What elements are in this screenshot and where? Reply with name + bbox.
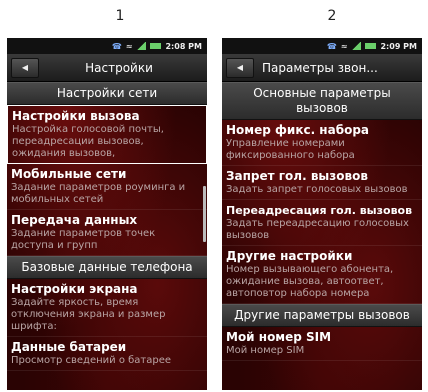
item-title: Запрет гол. вызовов <box>226 169 368 183</box>
list-item-my-sim-number[interactable]: Мой номер SIM Мой номер SIM <box>222 327 422 361</box>
item-title: Настройки экрана <box>11 282 138 296</box>
item-subtitle: Настройка голосовой почты, переадресации… <box>12 124 164 159</box>
battery-icon <box>365 43 377 49</box>
phone-screen-call-settings: ☎ ≈ 2:09 PM ◀ Параметры звон... Основные… <box>222 38 422 390</box>
back-button[interactable]: ◀ <box>226 57 254 78</box>
section-header-other-call: Другие параметры вызовов <box>222 304 422 327</box>
list-item-call-barring[interactable]: Запрет гол. вызовов Задать запрет голосо… <box>222 166 422 200</box>
phone-screen-settings: ☎ ≈ 2:08 PM ◀ Настройки Настройки сети Н… <box>7 38 207 390</box>
status-bar: ☎ ≈ 2:08 PM <box>7 38 207 54</box>
list-item-mobile-networks[interactable]: Мобильные сети Задание параметров роумин… <box>7 164 207 210</box>
wifi-icon: ≈ <box>125 42 133 51</box>
back-arrow-icon: ◀ <box>236 63 244 72</box>
item-subtitle: Задайте яркость, время отключения экрана… <box>11 297 166 332</box>
section-header-network: Настройки сети <box>7 82 207 105</box>
wifi-icon: ≈ <box>340 42 348 51</box>
item-title: Передача данных <box>11 213 138 227</box>
list-item-call-forwarding[interactable]: Переадресация гол. вызовов Задать переад… <box>222 200 422 246</box>
title-bar: ◀ Настройки <box>7 54 207 82</box>
item-subtitle: Задать переадресацию голосовых вызовов <box>226 218 409 241</box>
status-time: 2:08 PM <box>165 41 202 51</box>
item-title: Мой номер SIM <box>226 330 332 344</box>
item-title: Данные батареи <box>11 340 127 354</box>
list-item-battery-info[interactable]: Данные батареи Просмотр сведений о батар… <box>7 337 207 371</box>
list-item-data-transfer[interactable]: Передача данных Задание параметров точек… <box>7 210 207 256</box>
scrollbar[interactable] <box>203 186 206 242</box>
item-subtitle: Мой номер SIM <box>226 345 305 356</box>
item-subtitle: Управление номерами фиксированного набор… <box>226 138 355 161</box>
status-time: 2:09 PM <box>380 41 417 51</box>
section-header-phone-basics: Базовые данные телефона <box>7 256 207 279</box>
item-subtitle: Задание параметров точек доступа и групп <box>11 228 156 251</box>
section-header-basic-call: Основные параметры вызовов <box>222 82 422 120</box>
list-item-other-settings[interactable]: Другие настройки Номер вызывающего абоне… <box>222 246 422 304</box>
item-title: Номер фикс. набора <box>226 123 370 137</box>
item-title: Переадресация гол. вызовов <box>226 204 413 217</box>
title-bar: ◀ Параметры звон... <box>222 54 422 82</box>
battery-icon <box>150 43 162 49</box>
list-item-call-settings[interactable]: Настройки вызова Настройка голосовой поч… <box>7 105 207 164</box>
signal-icon <box>136 42 147 50</box>
item-title: Настройки вызова <box>12 109 140 123</box>
step-label-2: 2 <box>327 8 337 24</box>
back-button[interactable]: ◀ <box>11 57 39 78</box>
list-item-fixed-dialing[interactable]: Номер фикс. набора Управление номерами ф… <box>222 120 422 166</box>
list-item-display-settings[interactable]: Настройки экрана Задайте яркость, время … <box>7 279 207 337</box>
phone-icon: ☎ <box>326 42 337 51</box>
step-label-1: 1 <box>115 8 125 24</box>
item-subtitle: Задать запрет голосовых вызовов <box>226 184 408 195</box>
item-title: Мобильные сети <box>11 167 127 181</box>
page-title: Настройки <box>85 60 153 75</box>
phone-icon: ☎ <box>111 42 122 51</box>
item-subtitle: Просмотр сведений о батарее <box>11 355 172 366</box>
status-bar: ☎ ≈ 2:09 PM <box>222 38 422 54</box>
item-subtitle: Номер вызывающего абонента, ожидание выз… <box>226 264 394 299</box>
item-subtitle: Задание параметров роуминга и мобильных … <box>11 182 186 205</box>
back-arrow-icon: ◀ <box>21 63 29 72</box>
item-title: Другие настройки <box>226 249 353 263</box>
signal-icon <box>351 42 362 50</box>
page-title: Параметры звон... <box>262 60 378 75</box>
